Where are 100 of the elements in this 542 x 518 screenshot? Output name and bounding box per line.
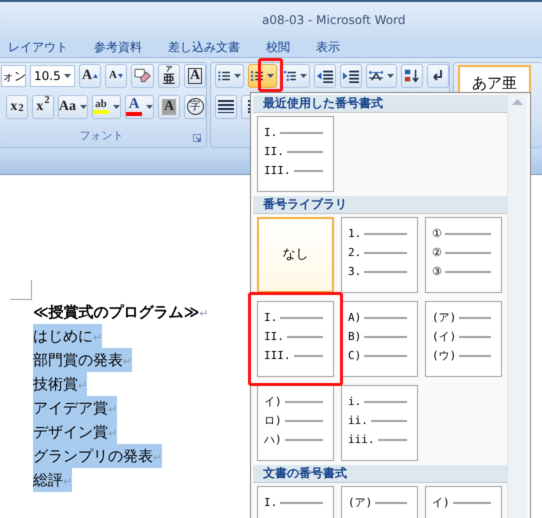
superscript-button[interactable]: x$^{2}$ <box>32 94 54 118</box>
small-triangle-icon <box>93 74 98 78</box>
paragraph-text: 技術賞 <box>33 375 78 393</box>
numbering-format-tile[interactable]: ① ② ③ <box>425 217 502 293</box>
numbering-format-tile[interactable]: イ) ロ) ハ) <box>257 385 334 461</box>
sort-button[interactable] <box>401 64 424 88</box>
section-header: 最近使用した番号書式 <box>253 95 507 113</box>
paragraph-text: はじめに <box>33 327 93 345</box>
numbering-format-tile[interactable]: 1. 2. 3. <box>341 217 418 293</box>
text-spacing-button[interactable] <box>366 64 398 88</box>
decrease-indent-button[interactable] <box>314 64 336 88</box>
ribbon-tab[interactable]: 表示 <box>316 38 340 57</box>
number-label: 2. <box>348 247 362 258</box>
caret-icon <box>146 104 153 108</box>
number-label: ② <box>432 247 442 258</box>
sample-line <box>364 336 407 338</box>
subscript-button[interactable]: x$_{2}$ <box>6 94 28 118</box>
number-label: ii. <box>348 415 368 426</box>
numbered-list-icon <box>250 68 263 82</box>
sample-line <box>286 150 323 152</box>
number-label: C) <box>348 350 362 361</box>
highlight-button[interactable]: ab <box>92 94 121 118</box>
sample-line <box>452 502 491 504</box>
character-shading-button[interactable]: A <box>158 94 180 118</box>
bullets-button[interactable] <box>215 64 244 88</box>
caret-icon <box>387 74 394 78</box>
sample-line <box>445 252 491 254</box>
sample-line <box>280 132 323 134</box>
paragraph-text: デザイン賞 <box>33 423 108 441</box>
paragraph-text: 総評 <box>33 471 63 489</box>
scroll-up-arrow-icon <box>512 99 523 105</box>
ribbon-tab[interactable]: 差し込み文書 <box>168 38 240 57</box>
numbering-format-tile[interactable]: i. ii. iii. <box>341 385 418 461</box>
paragraph-mark: ↵ <box>153 451 162 464</box>
numbering-format-tile[interactable]: I. II. III. <box>257 116 334 192</box>
ribbon-tab[interactable]: 参考資料 <box>94 38 142 57</box>
align-left-button[interactable] <box>215 94 237 118</box>
number-label: (ウ) <box>432 350 456 361</box>
number-label: ロ) <box>264 415 282 426</box>
shrink-font-button[interactable]: A <box>104 64 127 88</box>
number-label: 1. <box>348 228 362 239</box>
sample-line <box>294 170 323 172</box>
multilevel-list-icon <box>284 68 296 82</box>
numbering-format-tile[interactable]: A) B) C) <box>341 301 418 377</box>
number-label: B) <box>348 331 362 342</box>
caret-icon <box>234 74 241 78</box>
increase-indent-icon <box>342 68 359 82</box>
show-marks-button[interactable] <box>427 64 450 88</box>
scrollbar[interactable] <box>507 93 527 518</box>
number-label: A) <box>348 312 362 323</box>
number-label: イ) <box>264 396 282 407</box>
number-label: I. <box>264 127 278 138</box>
clear-formatting-button[interactable] <box>130 64 154 88</box>
number-label: III. <box>264 165 290 176</box>
character-border-button[interactable]: A <box>184 64 206 88</box>
section-header: 文書の番号書式 <box>253 465 507 483</box>
sample-line <box>445 232 491 234</box>
multilevel-list-button[interactable] <box>280 64 310 88</box>
sample-line <box>375 502 407 504</box>
number-label: ハ) <box>264 434 282 445</box>
number-label: iii. <box>348 434 374 445</box>
numbering-format-tile[interactable]: なし <box>257 217 334 293</box>
caret-icon <box>64 74 71 78</box>
caret-icon <box>300 74 307 78</box>
numbering-format-tile[interactable]: I. II. III. <box>257 301 334 377</box>
ribbon-tab[interactable]: 校閲 <box>266 38 290 57</box>
section-header: 番号ライブラリ <box>253 196 507 214</box>
sample-line <box>370 420 407 422</box>
enclose-character-button[interactable]: 字 <box>184 94 206 118</box>
sample-line <box>459 336 491 338</box>
numbering-button[interactable] <box>248 64 277 88</box>
number-label: III. <box>264 350 290 361</box>
paragraph-mark: ↵ <box>108 403 118 416</box>
paragraph-mark: ↵ <box>199 307 209 320</box>
sort-icon <box>404 68 420 84</box>
sample-line <box>280 316 323 318</box>
number-label: 3. <box>348 266 362 277</box>
number-label: ① <box>432 228 442 239</box>
ribbon-tab[interactable]: レイアウト <box>8 38 68 57</box>
numbering-format-tile[interactable]: I. <box>257 486 334 518</box>
sample-line <box>364 316 407 318</box>
font-size-field[interactable]: 10.5 <box>30 64 75 86</box>
change-case-button[interactable]: Aa <box>58 94 88 118</box>
small-triangle-icon <box>118 74 123 78</box>
numbering-format-tile[interactable]: イ) <box>425 486 502 518</box>
grow-font-button[interactable]: A <box>78 64 101 88</box>
numbering-format-tile[interactable]: (ア) <box>341 486 418 518</box>
text-spacing-icon <box>368 68 384 82</box>
numbering-format-tile[interactable]: (ア) (イ) (ウ) <box>425 301 502 377</box>
align-left-icon <box>218 100 234 113</box>
font-color-button[interactable]: A <box>124 94 154 118</box>
increase-indent-button[interactable] <box>340 64 362 88</box>
sample-line <box>294 354 323 356</box>
paragraph-text: ≪授賞式のプログラム≫ <box>33 303 200 321</box>
number-label: (ア) <box>348 497 372 508</box>
paragraph-text: グランプリの発表 <box>33 447 153 465</box>
number-label: II. <box>264 146 284 157</box>
sample-line <box>445 270 491 272</box>
group-label: フォント <box>80 128 124 142</box>
font-name-field[interactable]: ォン <box>1 64 26 86</box>
